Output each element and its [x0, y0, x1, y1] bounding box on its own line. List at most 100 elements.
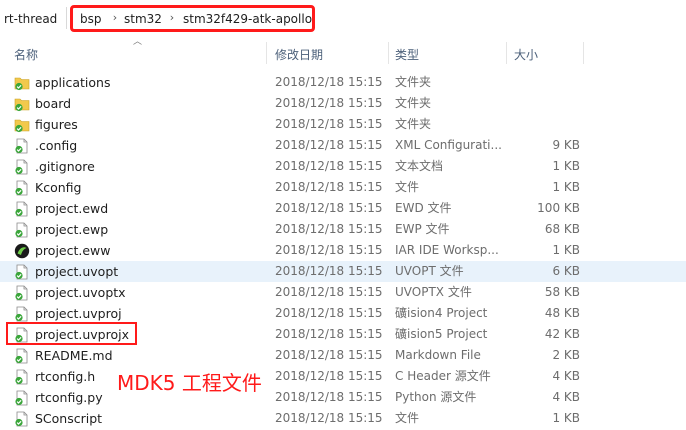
file-name: README.md — [35, 348, 113, 363]
file-row[interactable]: project.uvproj 2018/12/18 15:15 礦ision4 Pr… — [0, 303, 686, 324]
file-size: 68 KB — [544, 222, 580, 236]
file-type: 文件 — [395, 180, 420, 194]
file-icon — [14, 285, 30, 301]
file-name: figures — [35, 117, 78, 132]
file-row[interactable]: .config 2018/12/18 15:15 XML Configurati..… — [0, 135, 686, 156]
file-icon — [14, 138, 30, 154]
folder-icon — [14, 75, 30, 91]
breadcrumb-item-rt-thread[interactable]: rt-thread — [4, 12, 57, 26]
file-type: IAR IDE Worksp... — [395, 243, 499, 257]
file-date: 2018/12/18 15:15 — [275, 201, 383, 215]
file-type: C Header 源文件 — [395, 369, 491, 383]
file-name: project.ewd — [35, 201, 109, 216]
file-name: project.eww — [35, 243, 111, 258]
annotation-text: MDK5 工程文件 — [117, 371, 262, 395]
file-date: 2018/12/18 15:15 — [275, 285, 383, 299]
file-date: 2018/12/18 15:15 — [275, 75, 383, 89]
file-name: project.uvoptx — [35, 285, 126, 300]
column-header-size[interactable]: 大小 — [514, 46, 538, 63]
folder-icon — [14, 96, 30, 112]
file-date: 2018/12/18 15:15 — [275, 117, 383, 131]
file-name: project.uvopt — [35, 264, 119, 279]
file-row[interactable]: README.md 2018/12/18 15:15 Markdown File 2 … — [0, 345, 686, 366]
file-row[interactable]: project.uvoptx 2018/12/18 15:15 UVOPTX 文件 5… — [0, 282, 686, 303]
iar-workspace-icon — [14, 243, 30, 259]
file-size: 1 KB — [552, 411, 580, 425]
file-size: 1 KB — [552, 180, 580, 194]
column-header-date[interactable]: 修改日期 — [275, 46, 323, 63]
file-icon — [14, 159, 30, 175]
file-type: 礦ision5 Project — [395, 327, 488, 341]
file-icon — [14, 369, 30, 385]
file-row[interactable]: board 2018/12/18 15:15 文件夹 — [0, 93, 686, 114]
file-name: .gitignore — [35, 159, 95, 174]
file-date: 2018/12/18 15:15 — [275, 264, 383, 278]
file-size: 4 KB — [552, 369, 580, 383]
file-name: rtconfig.py — [35, 390, 103, 405]
file-row[interactable]: Kconfig 2018/12/18 15:15 文件 1 KB — [0, 177, 686, 198]
column-header-name[interactable]: 名称 — [14, 46, 38, 63]
file-size: 2 KB — [552, 348, 580, 362]
column-divider[interactable] — [506, 42, 507, 64]
file-row[interactable]: applications 2018/12/18 15:15 文件夹 — [0, 72, 686, 93]
file-type: EWD 文件 — [395, 201, 452, 215]
file-name: project.ewp — [35, 222, 109, 237]
column-divider[interactable] — [583, 42, 584, 64]
file-row[interactable]: .gitignore 2018/12/18 15:15 文本文档 1 KB — [0, 156, 686, 177]
file-size: 1 KB — [552, 243, 580, 257]
file-name: .config — [35, 138, 78, 153]
file-type: EWP 文件 — [395, 222, 450, 236]
file-row[interactable]: project.eww 2018/12/18 15:15 IAR IDE Works… — [0, 240, 686, 261]
file-size: 42 KB — [544, 327, 580, 341]
column-header-type[interactable]: 类型 — [395, 46, 419, 63]
file-icon — [14, 222, 30, 238]
file-icon — [14, 390, 30, 406]
file-date: 2018/12/18 15:15 — [275, 348, 383, 362]
file-row[interactable]: rtconfig.h 2018/12/18 15:15 C Header 源文件 4 … — [0, 366, 686, 387]
file-size: 9 KB — [552, 138, 580, 152]
file-type: UVOPTX 文件 — [395, 285, 472, 299]
file-date: 2018/12/18 15:15 — [275, 306, 383, 320]
file-date: 2018/12/18 15:15 — [275, 390, 383, 404]
file-date: 2018/12/18 15:15 — [275, 96, 383, 110]
file-name: project.uvproj — [35, 306, 122, 321]
file-type: 文件夹 — [395, 117, 432, 131]
file-icon — [14, 411, 30, 427]
file-name: SConscript — [35, 411, 103, 426]
file-type: 文件夹 — [395, 96, 432, 110]
file-name: rtconfig.h — [35, 369, 96, 384]
file-name: applications — [35, 75, 111, 90]
column-divider[interactable] — [388, 42, 389, 64]
column-header-row: 名称 修改日期 类型 大小 — [0, 40, 686, 65]
file-date: 2018/12/18 15:15 — [275, 243, 383, 257]
file-size: 4 KB — [552, 390, 580, 404]
file-type: UVOPT 文件 — [395, 264, 464, 278]
file-name: Kconfig — [35, 180, 82, 195]
file-row[interactable]: project.uvopt 2018/12/18 15:15 UVOPT 文件 6 K… — [0, 261, 686, 282]
file-date: 2018/12/18 15:15 — [275, 222, 383, 236]
column-divider[interactable] — [266, 42, 267, 64]
file-size: 100 KB — [537, 201, 580, 215]
breadcrumb-divider — [66, 7, 67, 29]
breadcrumb-highlight-box — [70, 5, 315, 32]
file-row[interactable]: project.ewp 2018/12/18 15:15 EWP 文件 68 KB — [0, 219, 686, 240]
folder-icon — [14, 117, 30, 133]
file-size: 48 KB — [544, 306, 580, 320]
file-date: 2018/12/18 15:15 — [275, 180, 383, 194]
uvprojx-highlight-box — [6, 322, 137, 345]
file-row[interactable]: rtconfig.py 2018/12/18 15:15 Python 源文件 4 K… — [0, 387, 686, 408]
file-size: 1 KB — [552, 159, 580, 173]
breadcrumb-bar: rt-thread bsp › stm32 › stm32f429-atk-ap… — [0, 0, 686, 38]
file-row[interactable]: project.ewd 2018/12/18 15:15 EWD 文件 100 KB — [0, 198, 686, 219]
file-date: 2018/12/18 15:15 — [275, 138, 383, 152]
file-icon — [14, 348, 30, 364]
file-row[interactable]: figures 2018/12/18 15:15 文件夹 — [0, 114, 686, 135]
file-type: Python 源文件 — [395, 390, 477, 404]
file-date: 2018/12/18 15:15 — [275, 159, 383, 173]
file-row[interactable]: SConscript 2018/12/18 15:15 文件 1 KB — [0, 408, 686, 429]
file-icon — [14, 264, 30, 280]
file-type: 礦ision4 Project — [395, 306, 488, 320]
file-size: 6 KB — [552, 264, 580, 278]
file-date: 2018/12/18 15:15 — [275, 411, 383, 425]
file-type: 文本文档 — [395, 159, 444, 173]
